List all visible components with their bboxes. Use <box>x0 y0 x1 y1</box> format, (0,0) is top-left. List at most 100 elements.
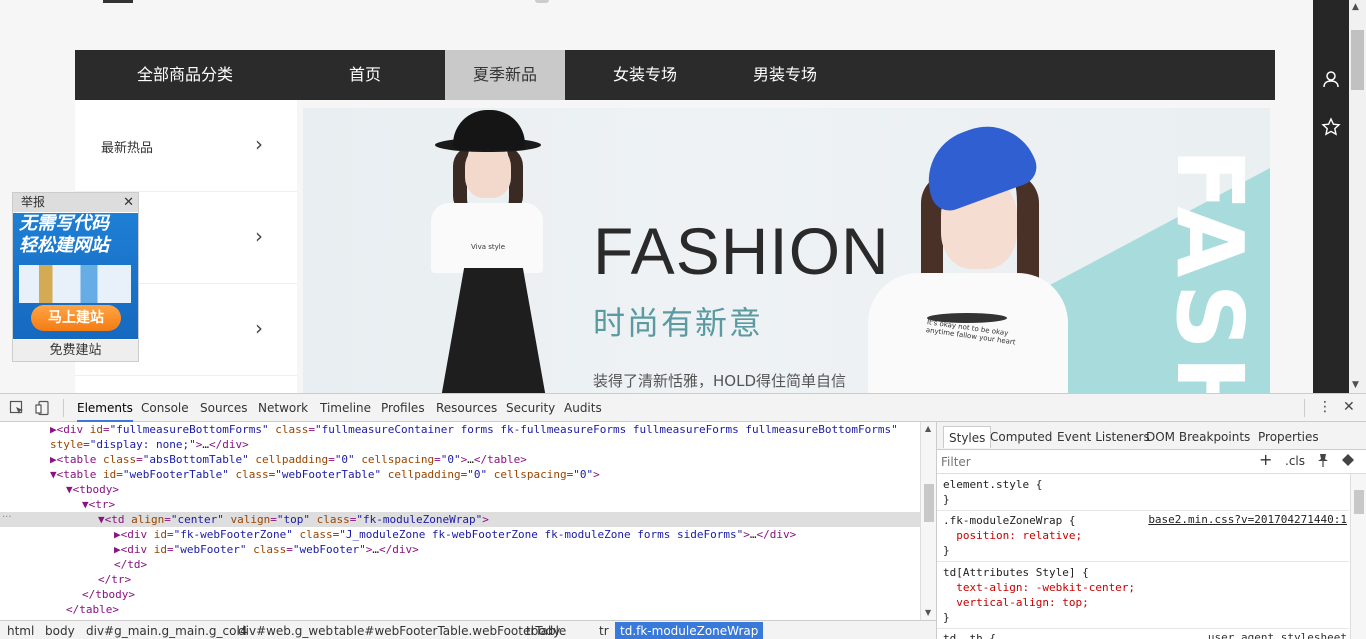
close-icon[interactable]: ✕ <box>123 193 134 212</box>
dom-node-line[interactable]: </tr> <box>0 572 920 587</box>
star-icon[interactable] <box>1321 117 1341 137</box>
web-page: 全部商品分类 首页 夏季新品 女装专场 男装专场 最新热品 › › › Viva… <box>0 0 1313 393</box>
report-ad-widget: 举报 ✕ 无需写代码 轻松建网站 马上建站 免费建站 <box>12 192 139 362</box>
chevron-right-icon: › <box>255 132 263 156</box>
breadcrumb-item[interactable]: div#g_main.g_main.g_col4 <box>81 622 252 639</box>
more-options-icon[interactable]: ⋮ <box>1318 399 1332 415</box>
scroll-thumb[interactable] <box>1351 30 1364 90</box>
css-rule[interactable]: .fk-moduleZoneWrap { position: relative;… <box>937 510 1349 562</box>
tab-resources[interactable]: Resources <box>436 394 497 422</box>
selected-line-ellipsis-icon[interactable]: ··· <box>2 512 12 523</box>
build-now-button[interactable]: 马上建站 <box>31 305 121 331</box>
css-rule[interactable]: td[Attributes Style] { text-align: -webk… <box>937 562 1349 629</box>
tab-network[interactable]: Network <box>258 394 308 422</box>
report-header: 举报 <box>13 193 138 212</box>
nav-home[interactable]: 首页 <box>305 50 425 100</box>
page-scrollbar[interactable]: ▲ ▼ <box>1349 0 1366 393</box>
css-rule-line: position: relative; <box>943 529 1083 542</box>
breadcrumb-item[interactable]: body <box>40 622 80 639</box>
devtools-toolbar: Elements Console Sources Network Timelin… <box>0 394 1366 422</box>
dom-node-line[interactable]: ▼<table id="webFooterTable" class="webFo… <box>0 467 920 482</box>
tab-event-listeners[interactable]: Event Listeners <box>1052 426 1155 448</box>
css-rule-line: vertical-align: top; <box>943 596 1089 609</box>
device-mode-icon[interactable] <box>35 400 51 416</box>
toolbar-divider <box>1304 399 1305 417</box>
dom-node-line[interactable]: ▶<div id="fk-webFooterZone" class="J_mod… <box>0 527 920 542</box>
free-build-link[interactable]: 免费建站 <box>13 340 138 361</box>
styles-filter-input[interactable] <box>941 453 1241 471</box>
tab-sources[interactable]: Sources <box>200 394 247 422</box>
chevron-right-icon: › <box>255 316 263 340</box>
scroll-up-icon[interactable]: ▲ <box>925 424 931 433</box>
breadcrumb: html body div#g_main.g_main.g_col4 div#w… <box>0 620 936 639</box>
nav-mens[interactable]: 男装专场 <box>725 50 845 100</box>
css-source-link[interactable]: user agent stylesheet <box>1208 631 1347 639</box>
user-icon[interactable] <box>1321 69 1341 89</box>
scroll-down-icon[interactable]: ▼ <box>925 608 931 617</box>
tab-security[interactable]: Security <box>506 394 555 422</box>
css-rule-line: element.style { <box>943 478 1043 491</box>
tab-audits[interactable]: Audits <box>564 394 602 422</box>
new-rule-button[interactable]: + <box>1259 450 1272 469</box>
tab-properties[interactable]: Properties <box>1253 426 1324 448</box>
nav-all-categories[interactable]: 全部商品分类 <box>75 50 295 100</box>
css-rule-line: } <box>943 493 950 506</box>
main-navbar: 全部商品分类 首页 夏季新品 女装专场 男装专场 <box>75 50 1275 100</box>
banner-vertical-text: FASH <box>1156 148 1263 393</box>
tab-profiles[interactable]: Profiles <box>381 394 425 422</box>
toggle-element-state-icon[interactable] <box>1341 453 1355 471</box>
scroll-thumb[interactable] <box>1354 490 1364 514</box>
side-item-hot[interactable]: 最新热品 › <box>75 100 297 192</box>
css-rule[interactable]: element.style {} <box>937 474 1349 511</box>
css-rule-line: text-align: -webkit-center; <box>943 581 1136 594</box>
dom-node-line[interactable]: ▶<table class="absBottomTable" cellpaddi… <box>0 452 920 467</box>
cls-button[interactable]: .cls <box>1285 454 1305 468</box>
css-source-link[interactable]: base2.min.css?v=201704271440:1 <box>1148 513 1347 526</box>
tab-console[interactable]: Console <box>141 394 189 422</box>
styles-scrollbar[interactable] <box>1350 474 1366 639</box>
dom-node-line[interactable]: style="display: none;">…</div> <box>0 437 920 452</box>
pin-icon[interactable] <box>1317 453 1329 471</box>
site-builder-ad[interactable]: 无需写代码 轻松建网站 马上建站 <box>13 213 138 339</box>
header-fragment <box>535 0 549 3</box>
scroll-down-icon[interactable]: ▼ <box>1352 380 1359 390</box>
scroll-up-icon[interactable]: ▲ <box>1352 2 1359 12</box>
tab-timeline[interactable]: Timeline <box>320 394 371 422</box>
dom-node-line[interactable]: </table> <box>0 602 920 617</box>
dom-node-line[interactable]: ▼<tbody> <box>0 482 920 497</box>
dom-node-line[interactable]: </td> <box>0 557 920 572</box>
scroll-thumb[interactable] <box>924 484 934 522</box>
css-rule-line: } <box>943 544 950 557</box>
dom-node-line[interactable]: ▼<td align="center" valign="top" class="… <box>0 512 920 527</box>
dom-node-line[interactable]: ▼<tr> <box>0 497 920 512</box>
tab-elements[interactable]: Elements <box>77 394 133 422</box>
inspect-element-icon[interactable] <box>9 400 25 416</box>
ad-screenshots-image <box>19 265 131 303</box>
breadcrumb-item[interactable]: tr <box>594 622 614 639</box>
dom-tree-scrollbar[interactable]: ▲ ▼ <box>920 422 936 620</box>
banner-description: 装得了清新恬雅，HOLD得住简单自信 <box>593 370 846 393</box>
fashion-banner[interactable]: Viva style FASHION 时尚有新意 装得了清新恬雅，HOLD得住简… <box>303 108 1270 393</box>
css-rule[interactable]: td, th {user agent stylesheet <box>937 628 1349 639</box>
styles-tabs: Styles Computed Event Listeners DOM Brea… <box>937 422 1366 450</box>
breadcrumb-item[interactable]: html <box>2 622 39 639</box>
styles-sidebar: Styles Computed Event Listeners DOM Brea… <box>936 422 1366 639</box>
dom-node-line[interactable]: </tbody> <box>0 587 920 602</box>
breadcrumb-item-selected[interactable]: td.fk-moduleZoneWrap <box>615 622 764 639</box>
dom-tree[interactable]: ▶<div id="fullmeasureBottomForms" class=… <box>0 422 920 620</box>
model-girl-black-hat: Viva style <box>431 108 546 393</box>
dom-node-line[interactable]: ▶<div id="webFooter" class="webFooter">…… <box>0 542 920 557</box>
nav-summer-new[interactable]: 夏季新品 <box>445 50 565 100</box>
devtools-panel: Elements Console Sources Network Timelin… <box>0 393 1366 639</box>
close-devtools-icon[interactable]: ✕ <box>1343 399 1355 415</box>
breadcrumb-item[interactable]: tbody <box>521 622 565 639</box>
tab-dom-breakpoints[interactable]: DOM Breakpoints <box>1141 426 1255 448</box>
css-rule-line: } <box>943 611 950 624</box>
ad-headline-2: 轻松建网站 <box>19 235 109 256</box>
breadcrumb-item[interactable]: div#web.g_web <box>233 622 338 639</box>
dom-node-line[interactable]: ▶<div id="fullmeasureBottomForms" class=… <box>0 422 920 437</box>
model-girl-blue-cap: It's okay not to be okay anytime fallow … <box>863 112 1073 393</box>
nav-womens[interactable]: 女装专场 <box>585 50 705 100</box>
banner-title: FASHION <box>593 214 890 288</box>
tab-computed[interactable]: Computed <box>985 426 1057 448</box>
